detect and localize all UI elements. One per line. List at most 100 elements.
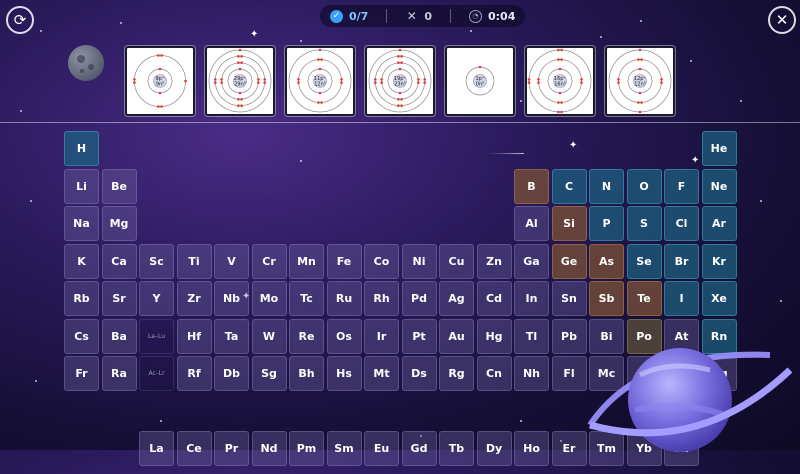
element-pr[interactable]: Pr	[214, 431, 249, 466]
atom-card[interactable]: 1p⁺ 0n⁰	[445, 46, 515, 116]
element-kr[interactable]: Kr	[701, 243, 737, 279]
element-ba[interactable]: Ba	[101, 318, 137, 354]
element-cr[interactable]: Cr	[251, 243, 287, 279]
element-pt[interactable]: Pt	[401, 318, 437, 354]
atom-card[interactable]: 19p⁺ 23n⁰	[365, 46, 435, 116]
element-co[interactable]: Co	[364, 243, 399, 279]
atom-card[interactable]: 9p⁺ 9n⁰	[125, 46, 195, 116]
element-cd[interactable]: Cd	[476, 281, 512, 316]
element-tb[interactable]: Tb	[439, 431, 474, 466]
element-ne[interactable]: Ne	[701, 168, 737, 204]
element-xe[interactable]: Xe	[701, 281, 737, 316]
element-rg[interactable]: Rg	[439, 356, 474, 391]
element-sr[interactable]: Sr	[101, 281, 137, 316]
element-al[interactable]: Al	[514, 206, 549, 241]
element-fe[interactable]: Fe	[326, 243, 362, 279]
electron	[397, 61, 400, 64]
element-n[interactable]: N	[589, 168, 624, 204]
element-ds[interactable]: Ds	[401, 356, 437, 391]
atom-card[interactable]: 16p⁺ 16n⁰	[525, 46, 595, 116]
element-mt[interactable]: Mt	[364, 356, 399, 391]
element-mg[interactable]: Mg	[101, 206, 137, 241]
element-s[interactable]: S	[626, 206, 662, 241]
element-tl[interactable]: Tl	[514, 318, 549, 354]
element-ru[interactable]: Ru	[326, 281, 362, 316]
element-cu[interactable]: Cu	[439, 243, 474, 279]
element-y[interactable]: Y	[139, 281, 174, 316]
element-db[interactable]: Db	[214, 356, 249, 391]
element-cs[interactable]: Cs	[64, 318, 99, 354]
element-rf[interactable]: Rf	[176, 356, 212, 391]
element-au[interactable]: Au	[439, 318, 474, 354]
element-dy[interactable]: Dy	[476, 431, 512, 466]
element-ra[interactable]: Ra	[101, 356, 137, 391]
element-mn[interactable]: Mn	[289, 243, 324, 279]
element-re[interactable]: Re	[289, 318, 324, 354]
element-tc[interactable]: Tc	[289, 281, 324, 316]
restart-button[interactable]: ⟳	[6, 6, 34, 34]
element-be[interactable]: Be	[101, 168, 137, 204]
element-o[interactable]: O	[626, 168, 662, 204]
element-sb[interactable]: Sb	[589, 281, 624, 316]
element-rh[interactable]: Rh	[364, 281, 399, 316]
element-hs[interactable]: Hs	[326, 356, 362, 391]
element-ho[interactable]: Ho	[514, 431, 549, 466]
element-hf[interactable]: Hf	[176, 318, 212, 354]
element-c[interactable]: C	[551, 168, 587, 204]
element-rb[interactable]: Rb	[64, 281, 99, 316]
element-ge[interactable]: Ge	[551, 243, 587, 279]
element-nb[interactable]: Nb	[214, 281, 249, 316]
element-k[interactable]: K	[64, 243, 99, 279]
element-nh[interactable]: Nh	[514, 356, 549, 391]
element-nd[interactable]: Nd	[251, 431, 287, 466]
element-mo[interactable]: Mo	[251, 281, 287, 316]
element-v[interactable]: V	[214, 243, 249, 279]
element-ir[interactable]: Ir	[364, 318, 399, 354]
element-li[interactable]: Li	[64, 168, 99, 204]
element-eu[interactable]: Eu	[364, 431, 399, 466]
element-br[interactable]: Br	[664, 243, 699, 279]
element-si[interactable]: Si	[551, 206, 587, 241]
element-pm[interactable]: Pm	[289, 431, 324, 466]
element-fr[interactable]: Fr	[64, 356, 99, 391]
element-zr[interactable]: Zr	[176, 281, 212, 316]
element-cl[interactable]: Cl	[664, 206, 699, 241]
element-he[interactable]: He	[701, 131, 737, 166]
element-ca[interactable]: Ca	[101, 243, 137, 279]
element-ga[interactable]: Ga	[514, 243, 549, 279]
element-na[interactable]: Na	[64, 206, 99, 241]
element-as[interactable]: As	[589, 243, 624, 279]
element-hg[interactable]: Hg	[476, 318, 512, 354]
element-p[interactable]: P	[589, 206, 624, 241]
element-bh[interactable]: Bh	[289, 356, 324, 391]
element-pd[interactable]: Pd	[401, 281, 437, 316]
element-ag[interactable]: Ag	[439, 281, 474, 316]
element-b[interactable]: B	[514, 168, 549, 204]
element-ti[interactable]: Ti	[176, 243, 212, 279]
element-se[interactable]: Se	[626, 243, 662, 279]
neutron-count: 0n⁰	[476, 82, 484, 88]
element-ar[interactable]: Ar	[701, 206, 737, 241]
element-sg[interactable]: Sg	[251, 356, 287, 391]
atom-card[interactable]: 29p⁺ 29n⁰	[205, 46, 275, 116]
element-f[interactable]: F	[664, 168, 699, 204]
element-ni[interactable]: Ni	[401, 243, 437, 279]
element-os[interactable]: Os	[326, 318, 362, 354]
element-h[interactable]: H	[64, 131, 99, 166]
atom-card[interactable]: 12p⁺ 12n⁰	[605, 46, 675, 116]
element-la[interactable]: La	[139, 431, 174, 466]
atom-card[interactable]: 11p⁺ 12n⁰	[285, 46, 355, 116]
element-w[interactable]: W	[251, 318, 287, 354]
element-cn[interactable]: Cn	[476, 356, 512, 391]
element-sn[interactable]: Sn	[551, 281, 587, 316]
element-ce[interactable]: Ce	[176, 431, 212, 466]
element-in[interactable]: In	[514, 281, 549, 316]
element-i[interactable]: I	[664, 281, 699, 316]
element-te[interactable]: Te	[626, 281, 662, 316]
element-gd[interactable]: Gd	[401, 431, 437, 466]
element-sm[interactable]: Sm	[326, 431, 362, 466]
element-zn[interactable]: Zn	[476, 243, 512, 279]
element-ta[interactable]: Ta	[214, 318, 249, 354]
close-button[interactable]: ✕	[768, 6, 796, 34]
element-sc[interactable]: Sc	[139, 243, 174, 279]
